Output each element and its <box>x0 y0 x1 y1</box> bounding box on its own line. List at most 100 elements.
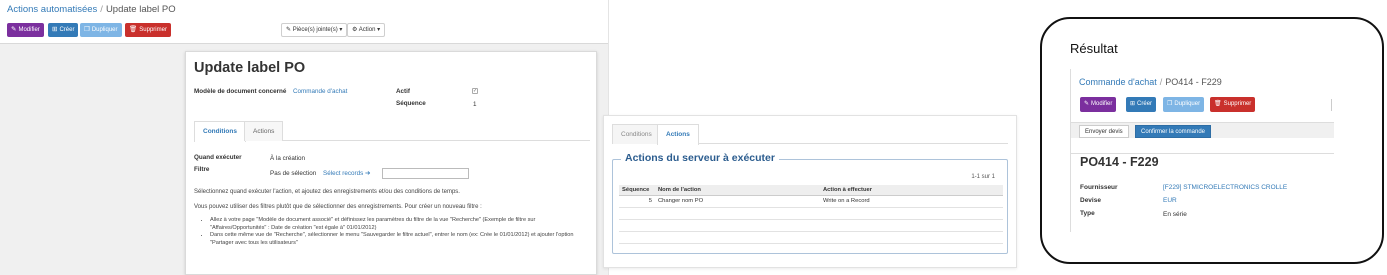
cell-action: Write on a Record <box>820 195 1003 208</box>
breadcrumb-current: Update label PO <box>105 4 176 15</box>
breadcrumb-parent-link[interactable]: Actions automatisées <box>7 4 97 15</box>
edit-button[interactable]: ✎ Modifier <box>1080 97 1117 112</box>
pencil-icon: ✎ <box>1084 101 1090 107</box>
action-dropdown[interactable]: ⚙ Action ▾ <box>347 23 386 37</box>
duplicate-button-label: Dupliquer <box>91 27 118 33</box>
form-view-automated-action: Actions automatisées / Update label PO ✎ Mo… <box>0 0 609 275</box>
delete-button[interactable]: 🗑 Supprimer <box>125 23 171 37</box>
duplicate-button-label: Dupliquer <box>1174 101 1201 107</box>
help-text: Sélectionnez quand exécuter l'action, et… <box>194 189 460 195</box>
trash-icon: 🗑 <box>1214 101 1222 107</box>
column-header-name[interactable]: Nom de l'action <box>655 185 820 196</box>
table-row[interactable]: 5 Changer nom PO Write on a Record <box>619 195 1003 208</box>
breadcrumb-parent-link[interactable]: Commande d'achat <box>1079 77 1157 87</box>
pencil-icon: ✎ <box>11 26 17 33</box>
server-actions-fieldset: Actions du serveur à exécuter 1-1 sur 1 … <box>612 152 1008 254</box>
copy-icon: ❐ <box>1167 101 1173 107</box>
form-sheet: Update label PO Modèle de document conce… <box>185 51 597 275</box>
purchase-order-view: Commande d'achat / PO414 - F229 ✎ Modifier … <box>1070 69 1334 232</box>
duplicate-button[interactable]: ❐ Dupliquer <box>1163 97 1205 112</box>
cropped-control <box>1331 99 1334 111</box>
edit-button-label: Modifier <box>18 27 40 33</box>
empty-row <box>619 207 1003 220</box>
edit-button[interactable]: ✎ Modifier <box>7 23 44 37</box>
model-label: Modèle de document concerné <box>194 88 287 95</box>
actions-tab-view: Conditions Actions Actions du serveur à … <box>603 115 1017 268</box>
result-callout: Résultat Commande d'achat / PO414 - F229 ✎… <box>1040 17 1384 264</box>
empty-row <box>619 231 1003 244</box>
delete-button[interactable]: 🗑 Supprimer <box>1210 97 1256 112</box>
supplier-value-link[interactable]: [F229] STMICROELECTRONICS CROLLE <box>1163 184 1287 191</box>
pager[interactable]: 1-1 sur 1 <box>971 174 995 180</box>
help-text-filters: Vous pouvez utiliser des filtres plutôt … <box>194 204 482 210</box>
sequence-value: 1 <box>473 101 477 108</box>
type-value: En série <box>1163 211 1187 218</box>
paperclip-icon: ✎ <box>286 27 292 33</box>
edit-button-label: Modifier <box>1091 101 1113 107</box>
help-bullet: Allez à votre page "Modèle de document a… <box>210 217 590 232</box>
select-records-link[interactable]: Sélect records ➔ <box>323 170 370 177</box>
help-bullets: Allez à votre page "Modèle de document a… <box>202 217 590 247</box>
column-header-action[interactable]: Action à effectuer <box>820 185 1003 196</box>
attachments-dropdown-label: Pièce(s) jointe(s) <box>292 27 338 33</box>
plus-square-icon: ⊞ <box>52 26 58 33</box>
type-label: Type <box>1080 210 1095 217</box>
action-dropdown-label: Action <box>358 27 376 33</box>
copy-icon: ❐ <box>84 26 90 33</box>
help-bullet: Dans cette même vue de "Recherche", séle… <box>210 232 590 247</box>
empty-row <box>619 219 1003 232</box>
create-button-label: Créer <box>1137 101 1153 107</box>
record-title: Update label PO <box>194 60 306 76</box>
trigger-label: Quand exécuter <box>194 154 242 161</box>
server-actions-table: Séquence Nom de l'action Action à effect… <box>619 185 1003 244</box>
control-panel: Actions automatisées / Update label PO ✎ Mo… <box>0 0 608 44</box>
filter-input[interactable] <box>382 168 469 179</box>
cell-name: Changer nom PO <box>655 195 820 208</box>
breadcrumb: Commande d'achat / PO414 - F229 <box>1079 77 1222 87</box>
arrow-right-icon: ➔ <box>365 170 371 177</box>
filter-none-text: Pas de sélection <box>270 170 317 177</box>
breadcrumb-separator: / <box>100 4 103 15</box>
delete-button-label: Supprimer <box>139 27 167 33</box>
plus-square-icon: ⊞ <box>1130 101 1136 107</box>
breadcrumb: Actions automatisées / Update label PO <box>7 4 176 15</box>
gear-icon: ⚙ <box>352 27 358 33</box>
supplier-label: Fournisseur <box>1080 184 1118 191</box>
confirm-order-button[interactable]: Confirmer la commande <box>1135 125 1212 138</box>
send-quotation-button[interactable]: Envoyer devis <box>1079 125 1129 138</box>
notebook-tabs: Conditions Actions <box>194 121 590 142</box>
cell-sequence: 5 <box>619 195 655 208</box>
model-value-link[interactable]: Commande d'achat <box>293 88 347 95</box>
tab-actions[interactable]: Actions <box>657 124 699 145</box>
currency-label: Devise <box>1080 197 1101 204</box>
trigger-value[interactable]: À la création <box>270 155 305 162</box>
caret-down-icon: ▾ <box>377 27 381 33</box>
breadcrumb-current: PO414 - F229 <box>1165 77 1222 87</box>
delete-button-label: Supprimer <box>1223 101 1252 107</box>
result-title: Résultat <box>1070 41 1118 56</box>
tab-conditions[interactable]: Conditions <box>612 124 661 144</box>
sequence-label: Séquence <box>396 100 426 107</box>
table-header-row: Séquence Nom de l'action Action à effect… <box>619 185 1003 196</box>
create-button-label: Créer <box>59 27 75 33</box>
record-name: PO414 - F229 <box>1080 155 1159 169</box>
currency-value-link[interactable]: EUR <box>1163 197 1177 204</box>
tab-conditions[interactable]: Conditions <box>194 121 246 142</box>
control-panel: Commande d'achat / PO414 - F229 ✎ Modifier … <box>1071 69 1334 154</box>
create-button[interactable]: ⊞ Créer <box>1126 97 1157 112</box>
trash-icon: 🗑 <box>129 26 138 33</box>
section-title: Actions du serveur à exécuter <box>621 152 779 164</box>
breadcrumb-separator: / <box>1159 77 1163 87</box>
duplicate-button[interactable]: ❐ Dupliquer <box>80 23 122 37</box>
notebook-tabs: Conditions Actions <box>612 124 1008 145</box>
filter-label: Filtre <box>194 166 210 173</box>
active-checkbox[interactable]: ✓ <box>472 88 478 94</box>
caret-down-icon: ▾ <box>339 27 343 33</box>
tab-actions[interactable]: Actions <box>244 121 284 141</box>
select-records-label: Sélect records <box>323 170 364 177</box>
workflow-bar: Envoyer devis Confirmer la commande <box>1071 122 1334 138</box>
create-button[interactable]: ⊞ Créer <box>48 23 79 37</box>
active-label: Actif <box>396 88 410 95</box>
attachments-dropdown[interactable]: ✎ Pièce(s) jointe(s) ▾ <box>281 23 348 37</box>
column-header-sequence[interactable]: Séquence <box>619 185 655 196</box>
